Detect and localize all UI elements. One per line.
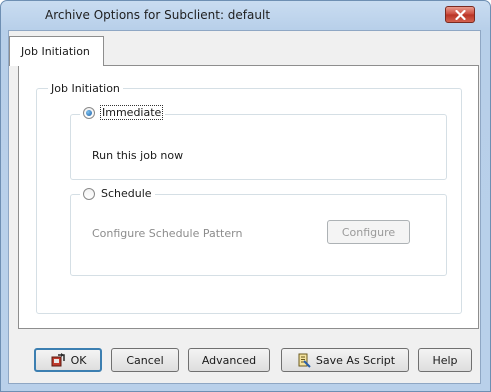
immediate-group bbox=[70, 114, 447, 180]
immediate-radio-label[interactable]: Immediate bbox=[99, 105, 164, 120]
ok-icon bbox=[50, 352, 66, 368]
close-button[interactable] bbox=[445, 6, 475, 23]
title-bar[interactable]: Archive Options for Subclient: default bbox=[1, 1, 490, 31]
script-icon bbox=[295, 352, 311, 368]
immediate-description: Run this job now bbox=[92, 149, 184, 162]
ok-button-label: OK bbox=[70, 353, 87, 367]
save-as-script-button-label: Save As Script bbox=[315, 353, 396, 367]
job-initiation-group-label: Job Initiation bbox=[48, 82, 123, 95]
save-as-script-button[interactable]: Save As Script bbox=[281, 348, 409, 372]
schedule-radio-option[interactable]: Schedule bbox=[80, 187, 155, 200]
help-button[interactable]: Help bbox=[418, 348, 472, 372]
schedule-radio-label[interactable]: Schedule bbox=[101, 187, 152, 200]
tab-job-initiation[interactable]: Job Initiation bbox=[9, 36, 104, 66]
cancel-button[interactable]: Cancel bbox=[111, 348, 179, 372]
immediate-radio-option[interactable]: Immediate bbox=[80, 105, 166, 120]
schedule-radio[interactable] bbox=[83, 187, 95, 200]
configure-button[interactable]: Configure bbox=[327, 220, 410, 244]
window-title: Archive Options for Subclient: default bbox=[45, 8, 271, 22]
advanced-button[interactable]: Advanced bbox=[188, 348, 270, 372]
close-icon bbox=[455, 10, 466, 20]
immediate-radio[interactable] bbox=[83, 106, 95, 119]
help-button-label: Help bbox=[432, 353, 458, 367]
cancel-button-label: Cancel bbox=[126, 353, 164, 367]
schedule-description: Configure Schedule Pattern bbox=[92, 227, 243, 240]
ok-button[interactable]: OK bbox=[34, 348, 102, 372]
advanced-button-label: Advanced bbox=[201, 353, 257, 367]
tab-label: Job Initiation bbox=[21, 45, 90, 58]
configure-button-label: Configure bbox=[341, 225, 396, 239]
